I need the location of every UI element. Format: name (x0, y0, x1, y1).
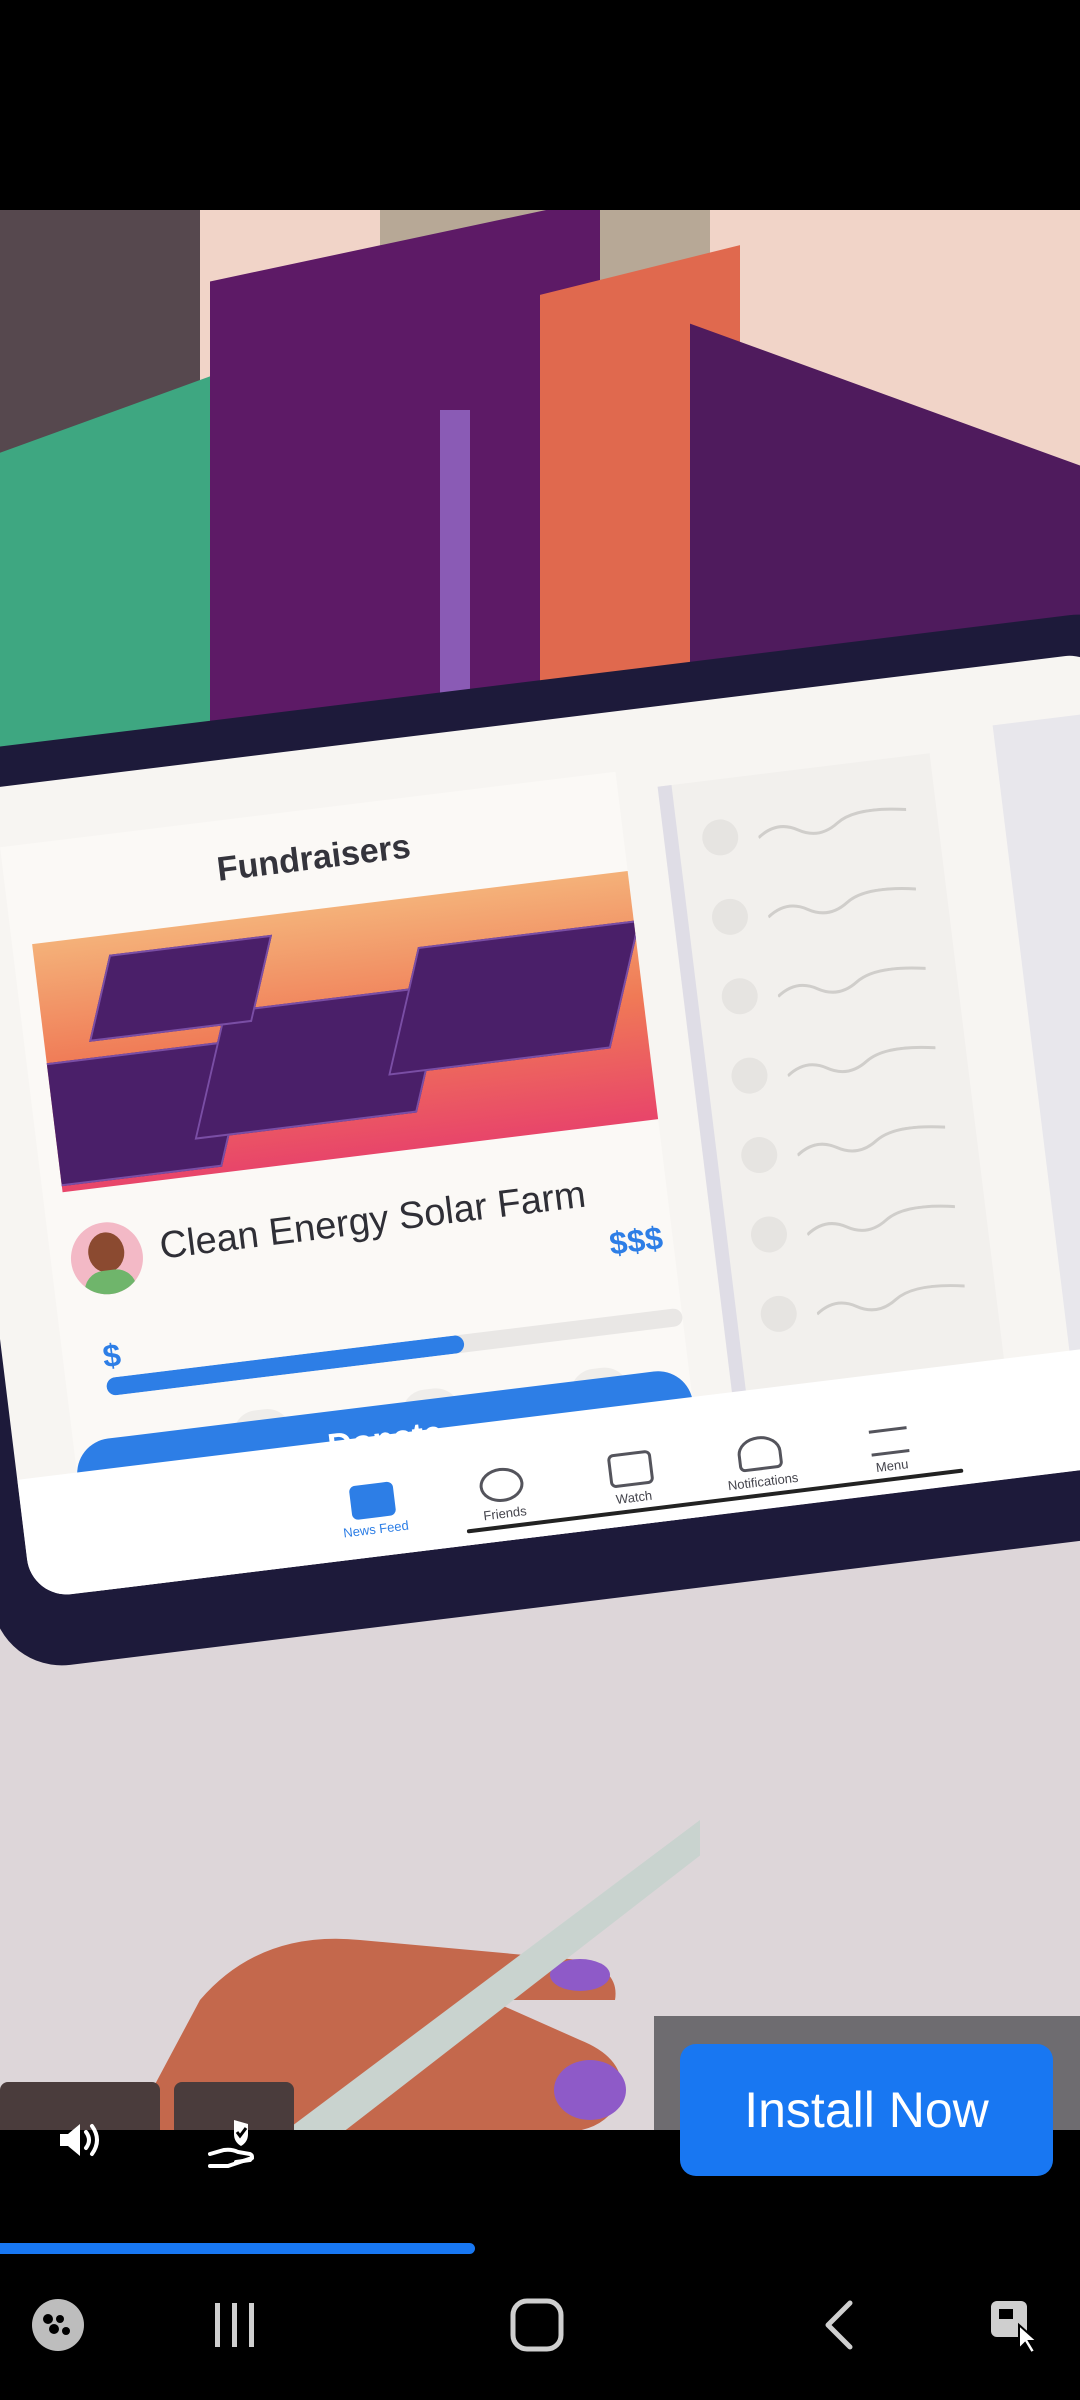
comments-panel (657, 753, 1010, 1442)
game-button[interactable] (28, 2295, 88, 2355)
comment-dot (758, 1293, 799, 1334)
comment-dot (739, 1134, 780, 1176)
comment-squiggle (777, 966, 926, 998)
ad-choices-icon (208, 2120, 254, 2168)
avatar (66, 1218, 148, 1299)
watch-icon (606, 1449, 655, 1489)
news-feed-icon (348, 1481, 397, 1521)
campaign-title: Clean Energy Solar Farm (157, 1173, 589, 1268)
nav-label: Menu (875, 1456, 910, 1476)
game-icon (32, 2299, 84, 2351)
ad-choices-button[interactable] (200, 2110, 270, 2180)
comment-squiggle (796, 1125, 946, 1157)
comment-squiggle (757, 807, 907, 839)
screen-assist-button[interactable] (985, 2295, 1045, 2355)
comment-squiggle (806, 1204, 956, 1236)
comment-dot (748, 1214, 790, 1255)
tablet-screen: Fundraisers Clean Energy Solar Farm $$$ … (0, 651, 1080, 1599)
comment-squiggle (816, 1284, 965, 1316)
right-column (992, 710, 1080, 1401)
nav-news-feed: News Feed (321, 1478, 427, 1543)
nav-label: Watch (615, 1487, 653, 1508)
friends-icon (477, 1465, 526, 1505)
screen-assist-icon (991, 2301, 1040, 2355)
home-icon (510, 2298, 564, 2352)
tablet-illustration: Fundraisers Clean Energy Solar Farm $$$ … (0, 606, 1080, 1674)
raised-amount: $ (100, 1336, 123, 1375)
recents-button[interactable] (205, 2295, 265, 2355)
comment-dot (700, 817, 741, 858)
speaker-icon (60, 2124, 99, 2156)
install-now-button[interactable]: Install Now (680, 2044, 1053, 2176)
solar-panel (388, 919, 641, 1076)
home-button[interactable] (507, 2295, 567, 2355)
ad-creative[interactable]: Fundraisers Clean Energy Solar Farm $$$ … (0, 210, 1080, 2130)
bell-icon (735, 1433, 784, 1473)
comment-dot (729, 1055, 770, 1096)
back-icon (825, 2300, 853, 2350)
sound-button[interactable] (50, 2110, 110, 2170)
comment-dot (719, 976, 760, 1017)
nav-label: News Feed (342, 1517, 410, 1541)
nav-watch: Watch (579, 1446, 685, 1511)
recents-icon (215, 2303, 254, 2347)
nav-label: Friends (482, 1503, 528, 1524)
fundraiser-progress-fill (105, 1334, 465, 1397)
comment-squiggle (767, 887, 917, 919)
comment-dot (709, 896, 751, 937)
comment-squiggle (786, 1045, 936, 1078)
menu-icon (868, 1426, 910, 1457)
back-button[interactable] (810, 2295, 870, 2355)
solar-banner-image (32, 870, 659, 1193)
nav-menu: Menu (838, 1422, 943, 1479)
goal-amount: $$$ (607, 1219, 665, 1262)
nav-notifications: Notifications (708, 1430, 814, 1495)
nav-friends: Friends (450, 1462, 556, 1527)
hand-with-stylus-illustration (130, 1820, 700, 2130)
video-progress-bar (0, 2243, 476, 2254)
